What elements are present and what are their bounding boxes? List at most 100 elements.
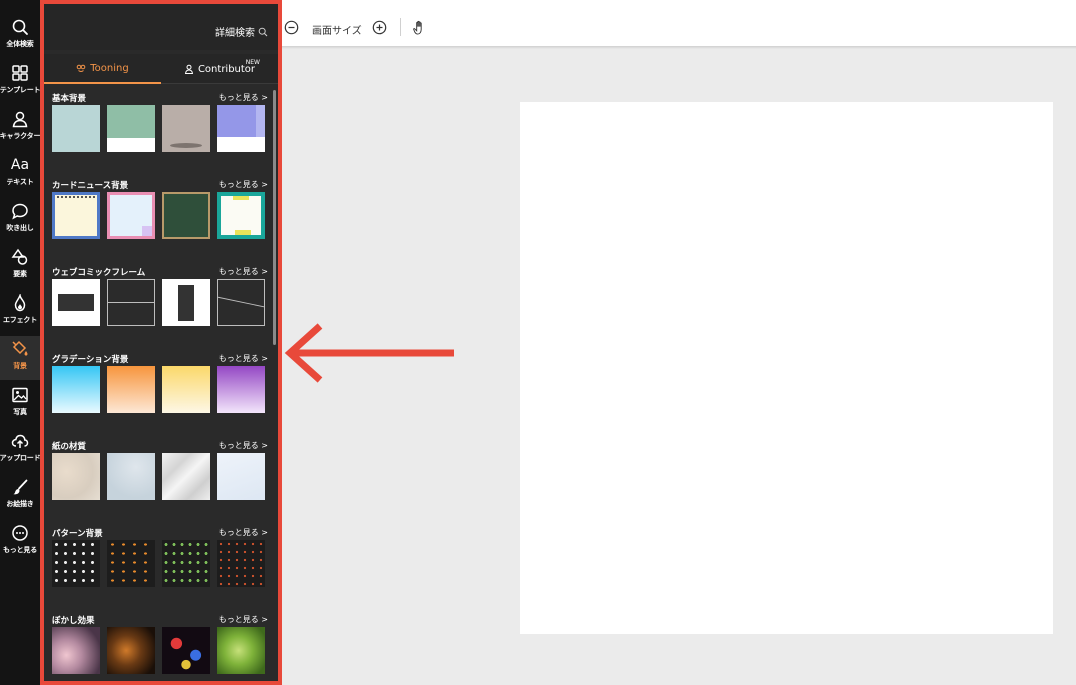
thumbnail-row [52, 627, 268, 675]
background-thumbnail[interactable] [107, 192, 155, 239]
rail-item-more[interactable]: もっと見る [0, 520, 40, 564]
background-thumbnail[interactable] [217, 105, 265, 152]
speech-bubble-icon [12, 203, 28, 220]
rail-label: お絵描き [6, 500, 34, 508]
drawing-canvas[interactable] [520, 102, 1053, 634]
background-thumbnail[interactable] [52, 540, 100, 587]
tab-tooning[interactable]: Tooning [44, 54, 161, 84]
background-thumbnail[interactable] [52, 279, 100, 326]
rail-item-effects[interactable]: エフェクト [0, 290, 40, 334]
rail-item-text[interactable]: Aa テキスト [0, 152, 40, 196]
rail-label: 吹き出し [6, 224, 34, 232]
see-more-link[interactable]: もっと見る > [219, 440, 268, 451]
section-header: ウェブコミックフレーム もっと見る > [52, 265, 268, 279]
background-thumbnail[interactable] [52, 366, 100, 413]
thumbnail-row [52, 105, 268, 153]
see-more-link[interactable]: もっと見る > [219, 179, 268, 190]
background-thumbnail[interactable] [107, 453, 155, 500]
grid-icon [12, 65, 28, 81]
tab-contributor[interactable]: Contributor [161, 54, 278, 84]
rail-item-backgrounds[interactable]: 背景 [0, 336, 40, 380]
background-thumbnail[interactable] [162, 540, 210, 587]
section-title: 紙の材質 [52, 442, 87, 452]
rail-item-elements[interactable]: 要素 [0, 244, 40, 288]
background-thumbnail[interactable] [107, 627, 155, 674]
section-header: カードニュース背景 もっと見る > [52, 178, 268, 192]
search-icon [258, 27, 268, 36]
background-thumbnail[interactable] [107, 105, 155, 152]
cloud-upload-icon [11, 434, 29, 448]
background-thumbnail[interactable] [52, 453, 100, 500]
section-header: 紙の材質 もっと見る > [52, 439, 268, 453]
rail-item-drawing[interactable]: お絵描き [0, 474, 40, 518]
background-thumbnail[interactable] [162, 279, 210, 326]
see-more-link[interactable]: もっと見る > [219, 266, 268, 277]
background-thumbnail[interactable] [162, 453, 210, 500]
section-paper-textures: 紙の材質 もっと見る > [52, 439, 268, 526]
rail-label: 背景 [13, 362, 27, 370]
panel-scrollbar[interactable] [273, 90, 276, 345]
minus-circle-icon [284, 20, 298, 34]
rail-item-characters[interactable]: キャラクター [0, 106, 40, 150]
see-more-link[interactable]: もっと見る > [219, 92, 268, 103]
section-title: 基本背景 [52, 94, 87, 104]
background-thumbnail[interactable] [217, 453, 265, 500]
search-icon [12, 19, 28, 35]
plus-circle-icon [372, 20, 386, 34]
rail-label: テキスト [6, 178, 34, 186]
rail-item-speech-bubbles[interactable]: 吹き出し [0, 198, 40, 242]
annotation-arrow-icon [284, 323, 454, 383]
top-toolbar: 画面サイズ [282, 0, 1076, 46]
panel-header: 詳細検索 [44, 4, 278, 50]
rail-item-photos[interactable]: 写真 [0, 382, 40, 426]
frame-panel [58, 294, 94, 311]
tape-top [233, 196, 249, 200]
section-bokeh-effects: ぼかし効果 もっと見る > [52, 613, 268, 685]
background-thumbnail[interactable] [52, 627, 100, 674]
background-thumbnail[interactable] [217, 192, 265, 239]
background-thumbnail[interactable] [217, 366, 265, 413]
background-thumbnail[interactable] [217, 627, 265, 674]
background-thumbnail[interactable] [52, 192, 100, 239]
background-thumbnail[interactable] [107, 279, 155, 326]
shapes-icon [11, 248, 28, 265]
section-webcomic-frames: ウェブコミックフレーム もっと見る > [52, 265, 268, 352]
brush-icon [13, 479, 28, 495]
section-header: パターン背景 もっと見る > [52, 526, 268, 540]
background-thumbnail[interactable] [217, 279, 265, 326]
background-thumbnail[interactable] [107, 540, 155, 587]
advanced-search-button[interactable]: 詳細検索 [215, 24, 268, 39]
section-header: グラデーション背景 もっと見る > [52, 352, 268, 366]
rail-label: エフェクト [3, 316, 37, 324]
rail-label: 全体検索 [6, 40, 34, 48]
rail-item-upload[interactable]: アップロード [0, 428, 41, 472]
thumbnail-row [52, 366, 268, 414]
background-thumbnail[interactable] [162, 192, 210, 239]
pan-tool-button[interactable] [410, 18, 428, 36]
background-thumbnail[interactable] [162, 105, 210, 152]
section-card-news-backgrounds: カードニュース背景 もっと見る > [52, 178, 268, 265]
see-more-link[interactable]: もっと見る > [219, 527, 268, 538]
section-title: ぼかし効果 [52, 616, 95, 626]
background-thumbnail[interactable] [162, 627, 210, 674]
paint-bucket-icon [12, 340, 28, 356]
background-thumbnail[interactable] [52, 105, 100, 152]
thumbnail-row [52, 540, 268, 588]
rail-item-search-all[interactable]: 全体検索 [0, 14, 40, 58]
see-more-link[interactable]: もっと見る > [219, 353, 268, 364]
background-thumbnail[interactable] [162, 366, 210, 413]
zoom-in-button[interactable] [370, 18, 388, 36]
floor-shadow [170, 143, 202, 148]
screen-size-label[interactable]: 画面サイズ [312, 22, 362, 37]
frame-divider [108, 302, 154, 303]
zoom-out-button[interactable] [282, 18, 300, 36]
background-thumbnail[interactable] [107, 366, 155, 413]
rail-item-templates[interactable]: テンプレート [0, 60, 40, 104]
rail-label: 要素 [13, 270, 27, 278]
toolbar-divider [400, 18, 401, 36]
see-more-link[interactable]: もっと見る > [219, 614, 268, 625]
page-curl [142, 226, 152, 236]
section-basic-backgrounds: 基本背景 もっと見る > [52, 91, 268, 178]
background-thumbnail[interactable] [217, 540, 265, 587]
background-list[interactable]: 基本背景 もっと見る > カードニュース背景 もっと見る > ウェブコミックフレ… [44, 85, 278, 685]
